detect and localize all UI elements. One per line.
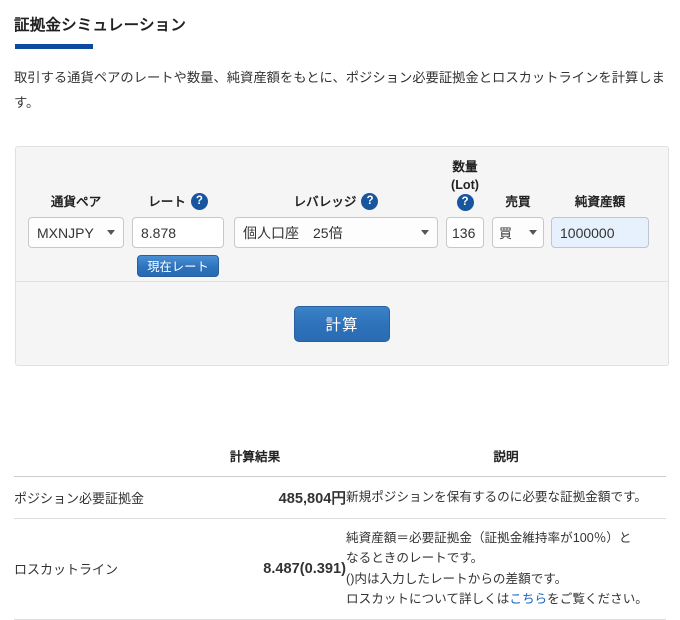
equity-value: 1000000 <box>560 224 615 241</box>
rate-help-icon[interactable]: ? <box>190 193 208 211</box>
result-desc-link-tail: をご覧ください。 <box>547 592 648 607</box>
result-value-required-margin: 485,804円 <box>278 491 346 507</box>
result-desc-line-with-link: ロスカットについて詳しくはこちらをご覧ください。 <box>346 589 666 609</box>
simulation-form-panel: 通貨ペア レート ? レバレッジ ? 数量 (Lot) ? 売買 純資産額 MX… <box>15 146 669 366</box>
result-name-losscut-line: ロスカットライン <box>14 562 119 578</box>
result-name-required-margin: ポジション必要証拠金 <box>14 491 145 506</box>
rate-input[interactable]: 8.878 <box>132 217 224 248</box>
leverage-select[interactable]: 個人口座 25倍 <box>234 217 438 248</box>
result-desc-required-margin: 新規ポジションを保有するのに必要な証拠金額です。 <box>346 477 666 519</box>
label-quantity: 数量 (Lot) ? <box>442 158 488 218</box>
results-table-head: 計算結果 説明 <box>14 446 666 477</box>
leverage-field: 個人口座 25倍 <box>230 217 442 248</box>
currency-pair-value: MXNJPY <box>37 224 94 241</box>
result-desc-line: ()内は入力したレートからの差額です。 <box>346 571 568 586</box>
rate-field: 8.878 現在レート <box>126 217 230 277</box>
result-value-losscut-line: 8.487(0.391) <box>263 560 346 577</box>
current-rate-button[interactable]: 現在レート <box>137 255 219 277</box>
equity-field: 1000000 <box>548 217 652 248</box>
form-header-row: 通貨ペア レート ? レバレッジ ? 数量 (Lot) ? 売買 純資産額 <box>16 147 668 217</box>
label-side-text: 売買 <box>505 194 531 209</box>
result-desc-line: なるときのレートです。 <box>346 551 484 566</box>
label-side: 売買 <box>488 193 548 217</box>
label-quantity-line1: 数量 <box>452 159 478 174</box>
result-desc-losscut-line: 純資産額＝必要証拠金（証拠金維持率が100％）と なるときのレートです。 ()内… <box>346 519 666 620</box>
chevron-down-icon <box>421 230 429 235</box>
leverage-help-icon[interactable]: ? <box>361 193 379 211</box>
results-col-result: 計算結果 <box>229 450 281 464</box>
leverage-value: 個人口座 25倍 <box>243 224 343 241</box>
page-description: 取引する通貨ペアのレートや数量、純資産額をもとに、ポジション必要証拠金とロスカッ… <box>14 70 665 110</box>
label-equity: 純資産額 <box>548 193 652 217</box>
form-fields-area: 通貨ペア レート ? レバレッジ ? 数量 (Lot) ? 売買 純資産額 MX… <box>16 147 668 281</box>
result-desc-line: 新規ポジションを保有するのに必要な証拠金額です。 <box>346 490 647 505</box>
label-currency-pair-text: 通貨ペア <box>50 194 102 209</box>
table-row: ロスカットライン 8.487(0.391) 純資産額＝必要証拠金（証拠金維持率が… <box>14 519 666 620</box>
rate-value: 8.878 <box>141 224 177 241</box>
label-equity-text: 純資産額 <box>574 194 626 209</box>
quantity-help-icon[interactable]: ? <box>456 194 474 211</box>
table-row: ポジション必要証拠金 485,804円 新規ポジションを保有するのに必要な証拠金… <box>14 477 666 519</box>
label-leverage: レバレッジ ? <box>230 193 442 217</box>
form-input-row: MXNJPY 8.878 現在レート 個人口座 25倍 136 買 100000… <box>16 217 668 281</box>
chevron-down-icon <box>107 230 115 235</box>
page-title: 証拠金シミュレーション <box>14 17 187 34</box>
currency-pair-field: MXNJPY <box>26 217 126 248</box>
quantity-field: 136 <box>442 217 488 248</box>
margin-simulator-page: 証拠金シミュレーション 取引する通貨ペアのレートや数量、純資産額をもとに、ポジシ… <box>0 0 680 620</box>
result-desc-line: 純資産額＝必要証拠金（証拠金維持率が100％）と <box>346 531 632 545</box>
form-submit-area: 計算 <box>16 282 668 365</box>
equity-input[interactable]: 1000000 <box>551 217 649 248</box>
label-quantity-line2: (Lot) <box>451 177 479 192</box>
results-table: 計算結果 説明 ポジション必要証拠金 485,804円 新規ポジションを保有する… <box>14 446 666 620</box>
side-value: 買 <box>499 226 513 241</box>
quantity-input[interactable]: 136 <box>446 217 484 248</box>
result-desc-link-prefix: ロスカットについて詳しくは <box>346 592 510 607</box>
side-field: 買 <box>488 217 548 248</box>
label-currency-pair: 通貨ペア <box>26 193 126 217</box>
chevron-down-icon <box>529 230 537 235</box>
currency-pair-select[interactable]: MXNJPY <box>28 217 124 248</box>
results-table-body: ポジション必要証拠金 485,804円 新規ポジションを保有するのに必要な証拠金… <box>14 477 666 620</box>
label-rate: レート ? <box>126 193 230 217</box>
quantity-value: 136 <box>452 224 476 241</box>
results-col-description: 説明 <box>493 450 519 464</box>
results-col-name <box>14 446 164 477</box>
side-select[interactable]: 買 <box>492 217 544 248</box>
losscut-details-link[interactable]: こちら <box>509 592 547 606</box>
label-rate-text: レート <box>148 194 186 209</box>
results-header-row: 計算結果 説明 <box>14 446 666 477</box>
label-leverage-text: レバレッジ <box>293 194 357 209</box>
calculate-button[interactable]: 計算 <box>294 305 390 342</box>
